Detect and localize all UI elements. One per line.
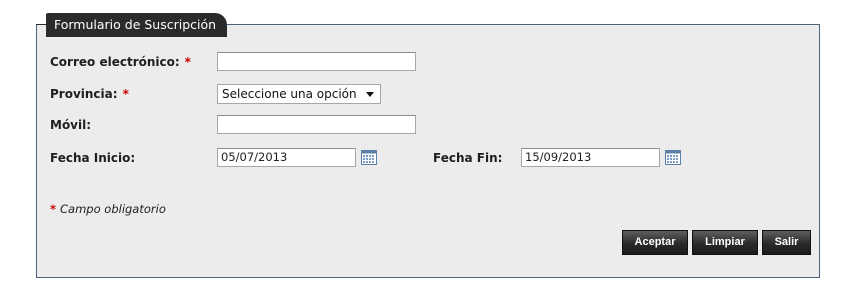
exit-button[interactable]: Salir xyxy=(762,230,811,255)
clear-button[interactable]: Limpiar xyxy=(692,230,758,255)
required-note-text: Campo obligatorio xyxy=(60,202,166,216)
mobile-field[interactable] xyxy=(217,115,416,134)
end-date-field[interactable]: 15/09/2013 xyxy=(521,148,660,167)
accept-button[interactable]: Aceptar xyxy=(622,230,688,255)
email-label: Correo electrónico: xyxy=(50,55,180,69)
start-date-field[interactable]: 05/07/2013 xyxy=(217,148,356,167)
mobile-label: Móvil: xyxy=(50,118,92,132)
legend-notch xyxy=(36,24,46,37)
form-legend: Formulario de Suscripción xyxy=(46,13,228,37)
end-date-label: Fecha Fin: xyxy=(433,151,503,165)
calendar-icon[interactable] xyxy=(361,150,377,165)
start-date-label: Fecha Inicio: xyxy=(50,151,136,165)
province-selected-value: Seleccione una opción xyxy=(222,87,357,101)
email-required-mark: * xyxy=(184,55,191,69)
province-required-mark: * xyxy=(122,87,129,101)
required-note: * Campo obligatorio xyxy=(50,202,166,216)
province-label: Provincia: xyxy=(50,87,118,101)
province-label-row: Provincia: * xyxy=(50,87,129,101)
calendar-icon[interactable] xyxy=(665,150,681,165)
chevron-down-icon xyxy=(366,92,374,97)
email-field[interactable] xyxy=(217,52,416,71)
email-label-row: Correo electrónico: * xyxy=(50,55,191,69)
required-note-mark: * xyxy=(50,202,57,216)
province-select[interactable]: Seleccione una opción xyxy=(217,84,381,104)
